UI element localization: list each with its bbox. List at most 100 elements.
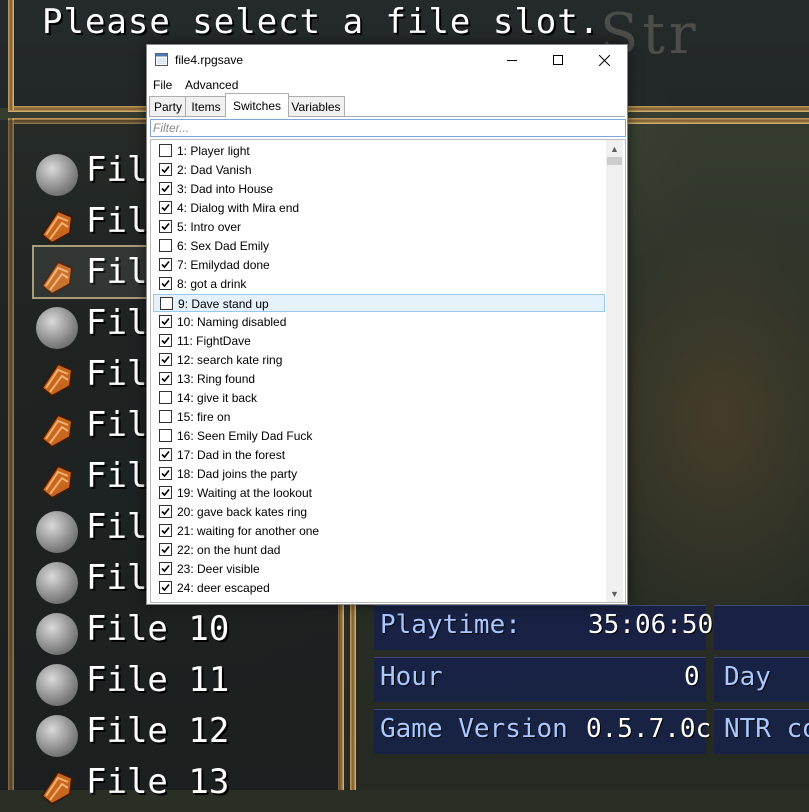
- tab-switches[interactable]: Switches: [225, 93, 289, 117]
- switch-label: 18: Dad joins the party: [177, 467, 298, 481]
- ntr-label: NTR co: [724, 714, 809, 744]
- tab-items[interactable]: Items: [185, 96, 227, 116]
- version-cell: Game Version 0.5.7.0c: [374, 709, 711, 754]
- title-bar[interactable]: file4.rpgsave: [147, 45, 627, 75]
- checkbox-checked[interactable]: [159, 543, 172, 556]
- checkbox-checked[interactable]: [159, 334, 172, 347]
- switch-label: 16: Seen Emily Dad Fuck: [177, 429, 313, 443]
- switch-row[interactable]: 3: Dad into House: [153, 180, 605, 198]
- switch-list: 1: Player light 2: Dad Vanish 3: Dad into …: [150, 139, 626, 603]
- file-slot-label: File 11: [86, 660, 230, 700]
- empty-slot-circle-icon: [36, 562, 78, 604]
- switch-row[interactable]: 2: Dad Vanish: [153, 161, 605, 179]
- switch-label: 20: gave back kates ring: [177, 505, 308, 519]
- playtime-cell: Playtime: 35:06:50: [374, 605, 713, 650]
- checkbox-unchecked[interactable]: [160, 297, 173, 310]
- checkbox-checked[interactable]: [159, 372, 172, 385]
- switch-row[interactable]: 8: got a drink: [153, 275, 605, 293]
- checkbox-checked[interactable]: [159, 315, 172, 328]
- version-value: 0.5.7.0c: [586, 714, 712, 744]
- switch-label: 23: Deer visible: [177, 562, 260, 576]
- file-slot[interactable]: File 13: [36, 762, 336, 808]
- switch-row[interactable]: 24: deer escaped: [153, 579, 605, 597]
- scroll-down-arrow-icon[interactable]: ▼: [606, 585, 623, 602]
- menu-file[interactable]: File: [153, 78, 172, 92]
- switch-row[interactable]: 1: Player light: [153, 142, 605, 160]
- checkbox-unchecked[interactable]: [159, 410, 172, 423]
- maximize-button[interactable]: [535, 45, 581, 75]
- checkbox-checked[interactable]: [159, 277, 172, 290]
- switch-row[interactable]: 4: Dialog with Mira end: [153, 199, 605, 217]
- checkbox-unchecked[interactable]: [159, 239, 172, 252]
- switch-row[interactable]: 16: Seen Emily Dad Fuck: [153, 427, 605, 445]
- checkbox-checked[interactable]: [159, 353, 172, 366]
- switch-row[interactable]: 21: waiting for another one: [153, 522, 605, 540]
- switch-row[interactable]: 18: Dad joins the party: [153, 465, 605, 483]
- checkbox-checked[interactable]: [159, 448, 172, 461]
- file-slot[interactable]: File 12: [36, 711, 336, 757]
- ntr-cell: NTR co: [714, 709, 809, 754]
- switch-row[interactable]: 11: FightDave: [153, 332, 605, 350]
- switch-label: 1: Player light: [177, 144, 250, 158]
- switch-label: 24: deer escaped: [177, 581, 270, 595]
- checkbox-checked[interactable]: [159, 467, 172, 480]
- switch-label: 6: Sex Dad Emily: [177, 239, 270, 253]
- switch-label: 8: got a drink: [177, 277, 247, 291]
- checkbox-checked[interactable]: [159, 524, 172, 537]
- switch-label: 7: Emilydad done: [177, 258, 270, 272]
- checkbox-checked[interactable]: [159, 505, 172, 518]
- switch-row[interactable]: 12: search kate ring: [153, 351, 605, 369]
- checkbox-unchecked[interactable]: [159, 391, 172, 404]
- minimize-button[interactable]: [489, 45, 535, 75]
- help-text: Please select a file slot.: [42, 2, 601, 42]
- switch-label: 19: Waiting at the lookout: [177, 486, 312, 500]
- checkbox-checked[interactable]: [159, 182, 172, 195]
- playtime-value: 35:06:50: [588, 610, 714, 640]
- switch-row[interactable]: 5: Intro over: [153, 218, 605, 236]
- checkbox-checked[interactable]: [159, 201, 172, 214]
- switch-row[interactable]: 13: Ring found: [153, 370, 605, 388]
- file-slot-label: File 10: [86, 609, 230, 649]
- close-button[interactable]: [581, 45, 627, 75]
- switch-row[interactable]: 23: Deer visible: [153, 560, 605, 578]
- switch-row[interactable]: 20: gave back kates ring: [153, 503, 605, 521]
- checkbox-unchecked[interactable]: [159, 144, 172, 157]
- switch-row[interactable]: 14: give it back: [153, 389, 605, 407]
- file-slot[interactable]: File 10: [36, 609, 336, 655]
- switch-row[interactable]: 7: Emilydad done: [153, 256, 605, 274]
- checkbox-unchecked[interactable]: [159, 429, 172, 442]
- save-crest-icon: [36, 409, 78, 451]
- checkbox-checked[interactable]: [159, 581, 172, 594]
- scroll-thumb[interactable]: [607, 157, 622, 165]
- menu-advanced[interactable]: Advanced: [185, 78, 238, 92]
- switch-row[interactable]: 22: on the hunt dad: [153, 541, 605, 559]
- empty-slot-circle-icon: [36, 307, 78, 349]
- switch-label: 4: Dialog with Mira end: [177, 201, 300, 215]
- switches-panel: 1: Player light 2: Dad Vanish 3: Dad into …: [149, 116, 626, 603]
- checkbox-checked[interactable]: [159, 163, 172, 176]
- tab-variables[interactable]: Variables: [287, 96, 345, 116]
- close-icon: [598, 54, 610, 66]
- scroll-up-arrow-icon[interactable]: ▲: [606, 140, 623, 157]
- switch-row[interactable]: 15: fire on: [153, 408, 605, 426]
- checkbox-checked[interactable]: [159, 258, 172, 271]
- file-slot[interactable]: File 11: [36, 660, 336, 706]
- checkbox-checked[interactable]: [159, 562, 172, 575]
- switch-row[interactable]: 9: Dave stand up: [153, 294, 605, 312]
- save-editor-window: file4.rpgsave File Advanced Party Items …: [146, 44, 628, 605]
- switch-label: 2: Dad Vanish: [177, 163, 252, 177]
- hour-label: Hour: [380, 662, 443, 692]
- hour-value: 0: [684, 662, 700, 692]
- vertical-scrollbar[interactable]: ▲ ▼: [606, 140, 623, 602]
- empty-cell: [714, 605, 809, 650]
- switch-row[interactable]: 6: Sex Dad Emily: [153, 237, 605, 255]
- switch-label: 14: give it back: [177, 391, 258, 405]
- app-icon: [155, 53, 168, 66]
- switch-row[interactable]: 19: Waiting at the lookout: [153, 484, 605, 502]
- tab-party[interactable]: Party: [149, 96, 187, 116]
- checkbox-checked[interactable]: [159, 220, 172, 233]
- filter-input[interactable]: [150, 119, 626, 137]
- checkbox-checked[interactable]: [159, 486, 172, 499]
- switch-row[interactable]: 10: Naming disabled: [153, 313, 605, 331]
- switch-row[interactable]: 17: Dad in the forest: [153, 446, 605, 464]
